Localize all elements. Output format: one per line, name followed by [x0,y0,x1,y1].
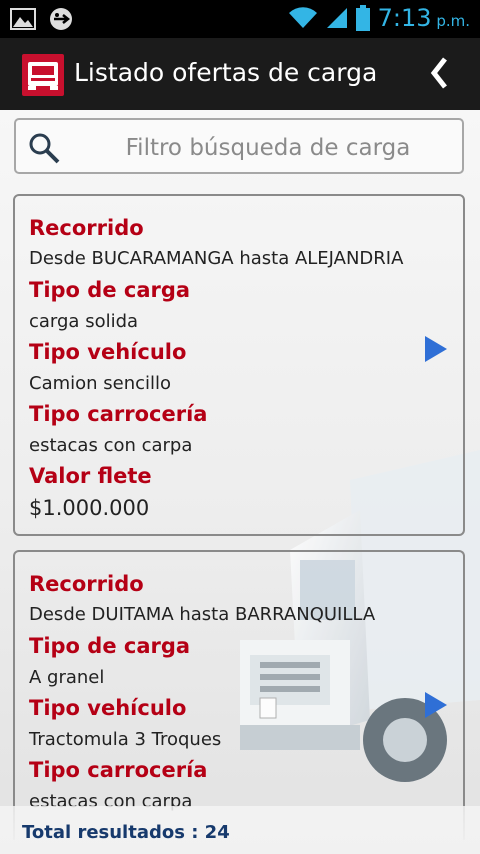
tipo-vehiculo-value: Camion sencillo [29,373,172,394]
battery-icon [355,5,370,31]
chevron-left-icon[interactable] [428,56,450,90]
tipo-vehiculo-label: Tipo vehículo [29,696,187,720]
recorrido-value: Desde DUITAMA hasta BARRANQUILLA [29,604,376,625]
search-input[interactable] [76,128,460,168]
tipo-vehiculo-value: Tractomula 3 Troques [29,729,222,750]
tipo-carga-label: Tipo de carga [29,634,191,658]
tipo-carroceria-value: estacas con carpa [29,435,193,456]
total-results: Total resultados : 24 [22,822,230,843]
play-arrow-icon[interactable] [423,690,449,720]
valor-flete-label: Valor flete [29,464,152,488]
app-bar: Listado ofertas de carga [0,38,480,110]
search-icon [29,133,60,164]
tipo-carga-value: carga solida [29,311,139,332]
usb-icon [50,8,72,30]
tipo-carga-value: A granel [29,667,105,688]
valor-flete-value: $1.000.000 [29,496,150,520]
recorrido-label: Recorrido [29,216,144,240]
recorrido-value: Desde BUCARAMANGA hasta ALEJANDRIA [29,248,404,269]
clock: 7:13 p.m. [377,4,470,32]
tipo-carga-label: Tipo de carga [29,278,191,302]
truck-icon [22,54,64,96]
image-icon [10,8,36,30]
results-footer: Total resultados : 24 [0,806,480,854]
page-title: Listado ofertas de carga [74,58,378,87]
offer-card[interactable]: Recorrido Desde BUCARAMANGA hasta ALEJAN… [13,194,465,536]
tipo-carroceria-label: Tipo carrocería [29,402,208,426]
play-arrow-icon[interactable] [423,334,449,364]
recorrido-label: Recorrido [29,572,144,596]
tipo-carroceria-label: Tipo carrocería [29,758,208,782]
tipo-vehiculo-label: Tipo vehículo [29,340,187,364]
search-box[interactable] [14,118,464,174]
signal-icon [326,8,347,28]
status-bar: 7:13 p.m. [0,0,480,38]
offer-card[interactable]: Recorrido Desde DUITAMA hasta BARRANQUIL… [13,550,465,840]
wifi-icon [288,7,317,29]
